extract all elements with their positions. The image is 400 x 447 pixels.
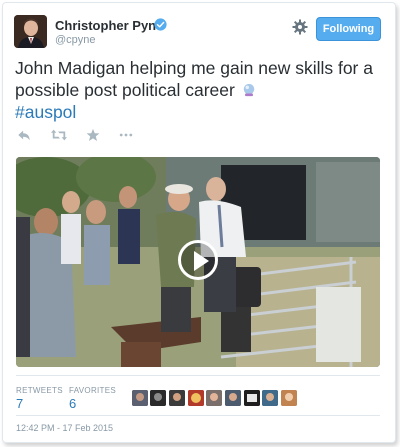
avatar[interactable] [206, 390, 222, 406]
tweet-body: John Madigan helping me gain new skills … [15, 58, 373, 100]
favorites-label: FAVORITES [69, 386, 117, 395]
star-icon[interactable] [86, 128, 100, 142]
play-button[interactable] [178, 240, 218, 280]
crystal-ball-emoji-icon [243, 83, 254, 97]
verified-badge-icon [154, 18, 167, 31]
tweet-text: John Madigan helping me gain new skills … [15, 57, 387, 123]
avatar[interactable] [262, 390, 278, 406]
avatar[interactable] [169, 390, 185, 406]
reply-icon[interactable] [17, 128, 31, 142]
hashtag-link[interactable]: #auspol [15, 102, 76, 122]
avatar[interactable] [150, 390, 166, 406]
avatar[interactable] [188, 390, 204, 406]
favorites-count[interactable]: 6 [69, 396, 76, 411]
avatar[interactable] [281, 390, 297, 406]
avatar[interactable] [14, 15, 47, 48]
tweet-timestamp[interactable]: 12:42 PM - 17 Feb 2015 [16, 423, 113, 433]
retweets-label: RETWEETS [16, 386, 63, 395]
retweets-count[interactable]: 7 [16, 396, 23, 411]
video-player[interactable] [16, 157, 380, 367]
divider [16, 415, 380, 416]
tweet-card: Christopher Pyne @cpyne Following John M… [2, 2, 396, 443]
avatar[interactable] [132, 390, 148, 406]
avatar[interactable] [225, 390, 241, 406]
more-icon[interactable] [119, 128, 133, 142]
retweet-icon[interactable] [51, 128, 67, 142]
user-handle[interactable]: @cpyne [55, 34, 96, 46]
following-button[interactable]: Following [316, 17, 381, 41]
play-icon [194, 251, 209, 271]
gear-icon[interactable] [292, 19, 308, 35]
divider [16, 375, 380, 376]
avatar[interactable] [244, 390, 260, 406]
user-name[interactable]: Christopher Pyne [55, 18, 163, 33]
